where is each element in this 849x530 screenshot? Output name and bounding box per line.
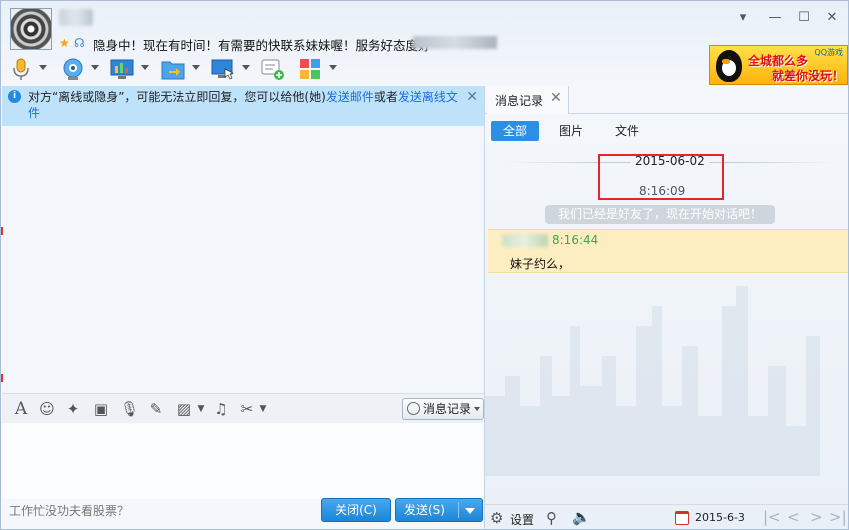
ad-subline: 就差你没玩！ bbox=[772, 69, 845, 83]
history-footer-date[interactable]: 2015-6-3 bbox=[695, 511, 745, 524]
edge-marker bbox=[1, 227, 3, 235]
promo-text[interactable]: 工作忙没功夫看股票？ bbox=[9, 502, 129, 519]
edge-marker bbox=[1, 374, 3, 382]
notice-text: 对方“离线或隐身”，可能无法立即回复，您可以给他(她)发送邮件或者发送离线文件 bbox=[28, 89, 460, 121]
notice-text-mid: 或者 bbox=[373, 90, 398, 104]
skyline-background bbox=[485, 286, 820, 476]
gear-icon[interactable]: ⚙ bbox=[490, 509, 503, 527]
send-button[interactable]: 发送(S) bbox=[395, 498, 483, 522]
screen-share-button[interactable] bbox=[110, 56, 150, 82]
message-history-button[interactable]: 消息记录 bbox=[402, 398, 484, 420]
chevron-down-icon bbox=[39, 65, 47, 70]
chat-window: ★ ☊ 隐身中！现在有时间！有需要的快联系妹妹喔！服务好态度好 ▾ — ☐ ✕ bbox=[0, 0, 849, 530]
info-icon: i bbox=[8, 90, 21, 103]
chevron-down-icon bbox=[141, 65, 149, 70]
star-icon: ★ bbox=[59, 36, 70, 50]
chevron-down-icon bbox=[329, 65, 337, 70]
edit-toolbar: A ☺ ✦ ▣ 🎙 ✎ ▨ ▼ ♫ ✂ ▼ 消息记录 bbox=[2, 393, 484, 423]
chevron-down-icon[interactable]: ▼ bbox=[196, 399, 206, 419]
chevron-down-icon bbox=[192, 65, 200, 70]
edit-icon[interactable]: ✎ bbox=[146, 399, 166, 419]
apps-icon bbox=[300, 59, 320, 79]
offline-notice-bar: i 对方“离线或隐身”，可能无法立即回复，您可以给他(她)发送邮件或者发送离线文… bbox=[2, 86, 484, 126]
send-email-link[interactable]: 发送邮件 bbox=[326, 90, 374, 104]
remote-desktop-icon bbox=[211, 59, 234, 80]
new-message-button[interactable] bbox=[261, 56, 287, 82]
speaker-icon[interactable]: 🔈 bbox=[572, 508, 591, 526]
send-divider bbox=[458, 502, 459, 518]
message-content: 妹子约么， bbox=[510, 257, 571, 271]
shake-window-icon[interactable]: ✦ bbox=[64, 399, 82, 419]
calendar-icon[interactable] bbox=[675, 511, 689, 525]
last-page-icon[interactable]: >| bbox=[829, 508, 847, 526]
apps-button[interactable] bbox=[298, 56, 338, 82]
chevron-down-icon bbox=[474, 407, 480, 411]
filter-images[interactable]: 图片 bbox=[547, 121, 595, 141]
sender-name-blurred bbox=[502, 234, 548, 247]
qq-status-icon: ☊ bbox=[74, 36, 85, 50]
screen-share-icon bbox=[110, 59, 134, 79]
emoji-icon[interactable]: ☺ bbox=[38, 399, 56, 419]
system-message: 我们已经是好友了，现在开始对话吧！ bbox=[545, 205, 775, 224]
message-history-label: 消息记录 bbox=[423, 402, 472, 416]
chat-message: 8:16:44 妹子约么， bbox=[488, 229, 848, 273]
message-input[interactable] bbox=[2, 423, 484, 499]
minimize-icon[interactable]: — bbox=[767, 10, 783, 26]
close-icon[interactable]: ✕ bbox=[466, 89, 478, 105]
video-button[interactable] bbox=[61, 56, 99, 82]
prev-page-icon[interactable]: < bbox=[787, 508, 800, 526]
file-transfer-icon bbox=[161, 61, 185, 80]
maximize-icon[interactable]: ☐ bbox=[796, 10, 812, 26]
ad-banner[interactable]: QQ游戏 全城都么多 就差你没玩！ bbox=[709, 45, 848, 85]
penguin-beak bbox=[722, 59, 730, 64]
settings-button[interactable]: 设置 bbox=[510, 511, 534, 528]
highlight-box bbox=[598, 154, 724, 200]
music-icon[interactable]: ♫ bbox=[212, 399, 230, 419]
notice-text-prefix: 对方“离线或隐身”，可能无法立即回复，您可以给他(她) bbox=[28, 90, 326, 104]
message-history-panel: 消息记录 ✕ 全部 图片 文件 2015-06-02 8:16:09 我们已经是… bbox=[485, 86, 848, 529]
tab-message-history[interactable]: 消息记录 ✕ bbox=[487, 86, 569, 114]
history-tab-bar: 消息记录 ✕ bbox=[485, 86, 848, 114]
avatar[interactable] bbox=[10, 8, 52, 50]
filter-files[interactable]: 文件 bbox=[603, 121, 651, 141]
search-icon[interactable]: ⚲ bbox=[546, 509, 557, 527]
next-page-icon[interactable]: > bbox=[810, 508, 823, 526]
chevron-down-icon bbox=[91, 65, 99, 70]
close-icon[interactable]: ✕ bbox=[550, 90, 562, 106]
close-icon[interactable]: ✕ bbox=[824, 10, 840, 26]
new-message-icon bbox=[261, 59, 284, 80]
history-footer: ⚙ 设置 ⚲ 🔈 2015-6-3 |< < > >| bbox=[485, 504, 848, 529]
video-icon bbox=[63, 58, 83, 80]
microphone-icon bbox=[13, 58, 29, 80]
image-icon[interactable]: ▨ bbox=[174, 399, 194, 419]
ad-brand: QQ游戏 bbox=[814, 48, 843, 57]
filter-all[interactable]: 全部 bbox=[491, 121, 539, 141]
voice-message-icon[interactable]: 🎙 bbox=[120, 399, 139, 419]
close-button[interactable]: 关闭(C) bbox=[321, 498, 391, 522]
remote-desktop-button[interactable] bbox=[211, 56, 251, 82]
tab-label: 消息记录 bbox=[495, 94, 544, 108]
chevron-down-icon[interactable]: ▼ bbox=[258, 399, 268, 419]
chat-message-area[interactable] bbox=[2, 126, 484, 393]
message-time: 8:16:44 bbox=[552, 233, 599, 247]
chevron-down-icon bbox=[242, 65, 250, 70]
clock-icon bbox=[407, 402, 420, 415]
qq-penguin-icon bbox=[716, 50, 742, 82]
gif-icon[interactable]: ▣ bbox=[90, 399, 112, 419]
send-label: 发送(S) bbox=[404, 503, 445, 517]
chevron-down-icon[interactable] bbox=[465, 508, 475, 514]
screenshot-scissors-icon[interactable]: ✂ bbox=[238, 399, 256, 419]
font-icon[interactable]: A bbox=[12, 399, 30, 419]
chevron-down-icon[interactable]: ▾ bbox=[735, 10, 751, 26]
first-page-icon[interactable]: |< bbox=[763, 508, 781, 526]
signature-redacted bbox=[413, 36, 497, 49]
contact-nickname-blurred bbox=[59, 9, 93, 26]
file-transfer-button[interactable] bbox=[161, 56, 201, 82]
microphone-button[interactable] bbox=[9, 56, 47, 82]
